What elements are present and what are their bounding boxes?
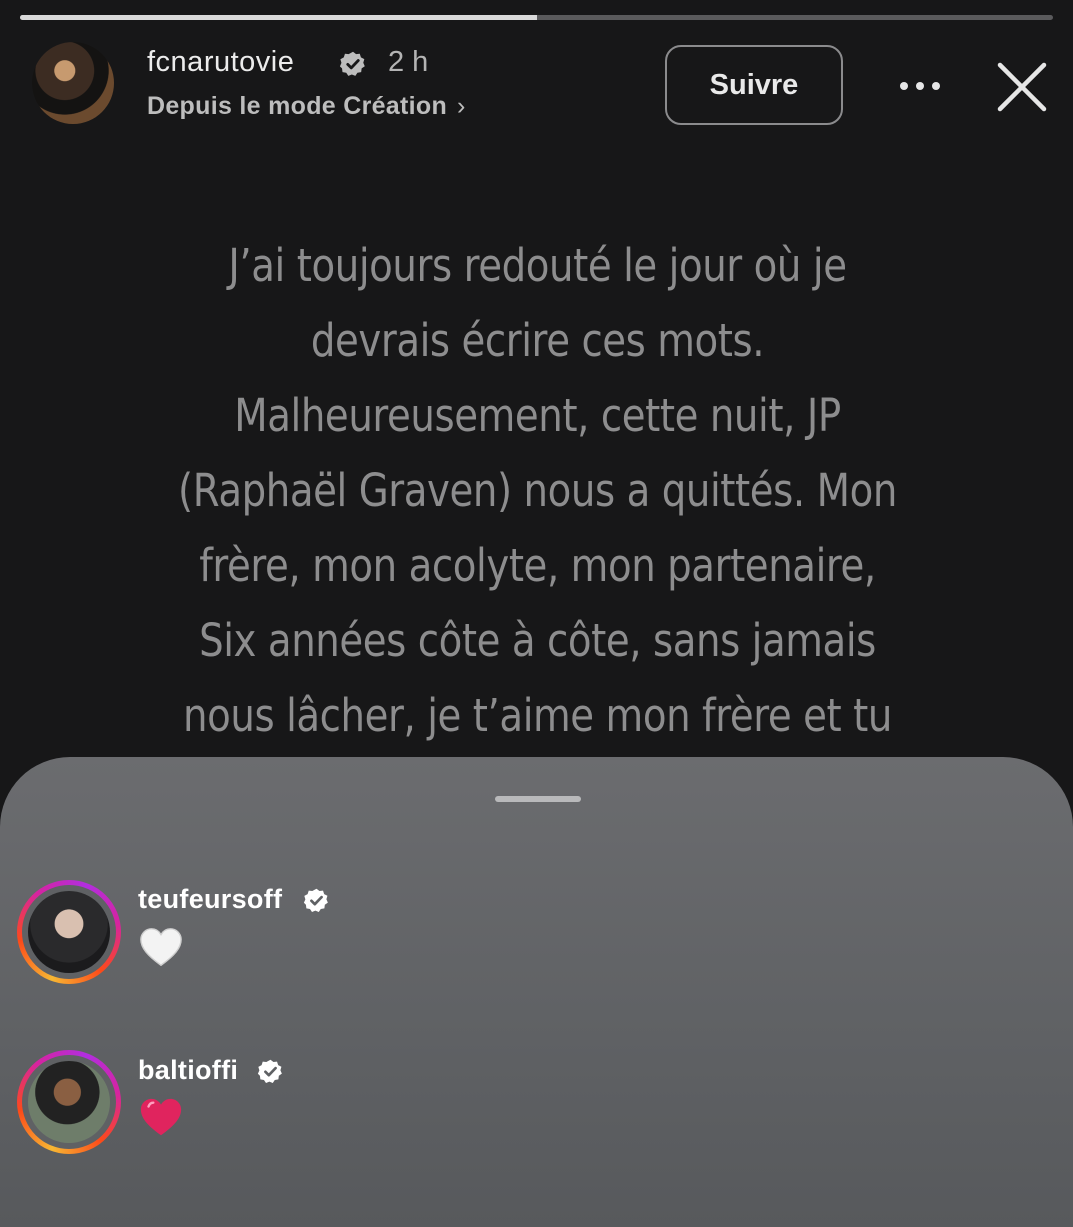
sheet-drag-handle[interactable]	[495, 796, 581, 802]
verified-badge-icon	[257, 1059, 282, 1083]
story-ring[interactable]	[17, 1050, 121, 1154]
story-text: J’ai toujours redouté le jour où je devr…	[80, 228, 995, 753]
story-line: frère, mon acolyte, mon partenaire,	[199, 539, 876, 592]
avatar	[28, 1061, 110, 1143]
reaction-username[interactable]: baltioffi	[138, 1055, 238, 1086]
more-horizontal-icon[interactable]	[890, 66, 950, 106]
close-icon[interactable]	[990, 55, 1054, 119]
follow-button[interactable]: Suivre	[665, 45, 843, 125]
story-line: Six années côte à côte, sans jamais	[199, 614, 876, 667]
chevron-right-icon: ›	[457, 92, 466, 120]
red-heart-icon	[140, 1098, 182, 1136]
story-line: nous lâcher, je t’aime mon frère et tu	[183, 689, 892, 742]
post-time: 2 h	[388, 46, 429, 78]
story-ring[interactable]	[17, 880, 121, 984]
story-line: (Raphaël Graven) nous a quittés. Mon	[178, 464, 897, 517]
story-line: J’ai toujours redouté le jour où je	[228, 239, 847, 292]
reaction-username[interactable]: teufeursoff	[138, 884, 282, 915]
story-header: fcnarutovie 2 h Depuis le mode Création ›…	[0, 0, 1073, 140]
story-line: Malheureusement, cette nuit, JP	[234, 389, 841, 442]
username[interactable]: fcnarutovie	[147, 46, 294, 79]
white-heart-icon	[140, 928, 182, 967]
verified-badge-icon	[303, 888, 328, 912]
verified-badge-icon	[339, 51, 365, 76]
story-line: devrais écrire ces mots.	[310, 314, 765, 367]
creation-mode-label: Depuis le mode Création	[147, 92, 448, 120]
creation-mode-link[interactable]: Depuis le mode Création ›	[147, 92, 466, 121]
avatar	[28, 891, 110, 973]
reactions-sheet	[0, 757, 1073, 1227]
avatar[interactable]	[32, 42, 114, 124]
